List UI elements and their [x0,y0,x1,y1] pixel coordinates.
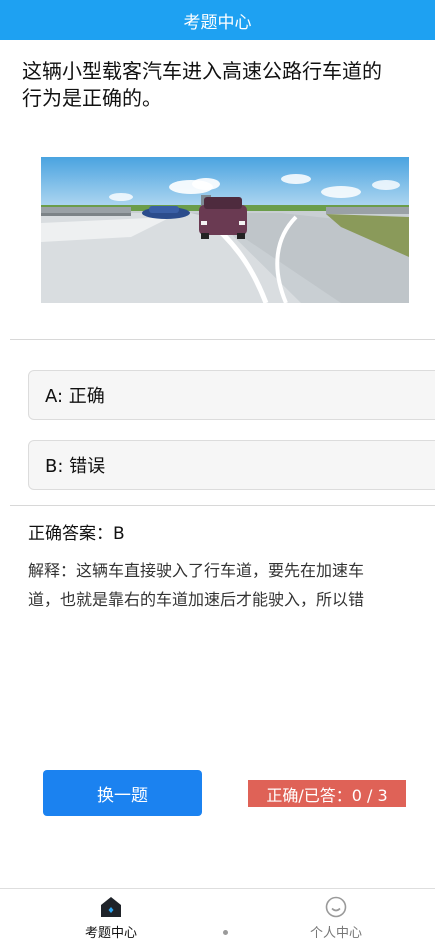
tab-exam-center[interactable]: 考题中心 [36,889,186,944]
explanation-line-1: 解释：这辆车直接驶入了行车道，要先在加速车 [28,561,365,580]
tab-exam-center-label: 考题中心 [84,926,137,941]
option-a-label: A: 正确 [45,386,105,407]
tab-profile[interactable]: 个人中心 [261,889,411,944]
tab-profile-label: 个人中心 [309,926,362,941]
divider-bottom [10,505,435,506]
explanation: 解释：这辆车直接驶入了行车道，要先在加速车 道，也就是靠右的车道加速后才能驶入，… [28,556,433,614]
question-line-2: 行为是正确的。 [22,86,162,110]
explanation-line-2: 道，也就是靠右的车道加速后才能驶入，所以错 [28,590,365,609]
question-line-1: 这辆小型载客汽车进入高速公路行车道的 [22,59,382,83]
correct-answer: 正确答案：B [28,524,125,544]
bottom-tab-bar: 考题中心 个人中心 [0,888,435,944]
next-question-button[interactable]: 换一题 [43,770,202,816]
smile-icon [325,896,347,918]
header-title: 考题中心 [183,12,252,33]
option-b[interactable]: B: 错误 [28,440,435,490]
divider-top [10,339,435,340]
question-image [41,157,409,303]
home-icon [101,897,121,917]
option-b-label: B: 错误 [45,456,106,477]
question-text: 这辆小型载客汽车进入高速公路行车道的 行为是正确的。 [22,58,422,112]
option-a[interactable]: A: 正确 [28,370,435,420]
app-header: 考题中心 [0,0,435,40]
page-indicator-dot [223,930,228,935]
score-badge: 正确/已答：0 / 3 [248,780,406,807]
